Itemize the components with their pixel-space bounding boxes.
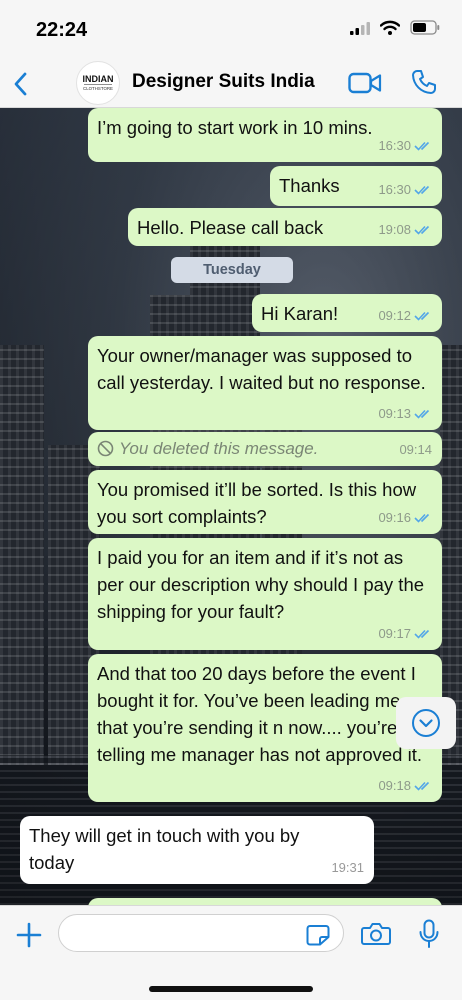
message-time: 16:30	[378, 182, 411, 197]
wallpaper-building	[0, 345, 44, 765]
svg-text:INDIAN: INDIAN	[83, 74, 114, 84]
brand-logo: INDIAN CLOTHSTORE	[83, 74, 114, 91]
chevron-left-icon	[14, 72, 27, 96]
status-time: 22:24	[36, 19, 88, 41]
message-text: Hello. Please call back	[137, 217, 324, 238]
double-check-icon	[414, 409, 430, 419]
message-text: I paid you for an item and if it’s not a…	[97, 547, 425, 622]
scroll-to-bottom-button[interactable]	[396, 697, 456, 749]
chat-area[interactable]: I’m going to start work in 10 mins. 16:3…	[0, 108, 462, 905]
message-meta: 09:16	[378, 504, 432, 531]
message-bubble[interactable]: Hello. Please call back 19:08	[128, 208, 442, 246]
message-text: Hi Karan!	[261, 303, 339, 324]
back-button[interactable]	[6, 66, 34, 102]
message-time: 16:30	[378, 138, 411, 153]
status-bar: 22:24	[0, 0, 462, 60]
message-bubble-partial	[88, 898, 442, 905]
double-check-icon	[414, 141, 430, 151]
message-text: Thanks	[279, 175, 340, 196]
double-check-icon	[414, 225, 430, 235]
message-meta: 09:13	[378, 400, 432, 427]
camera-icon	[361, 923, 391, 945]
message-input[interactable]	[58, 914, 344, 952]
plus-icon	[16, 922, 42, 948]
message-bubble[interactable]: I paid you for an item and if it’s not a…	[88, 538, 442, 650]
message-time: 09:16	[378, 510, 411, 525]
message-time: 19:31	[331, 860, 364, 875]
message-time: 09:17	[378, 626, 411, 641]
double-check-icon	[414, 311, 430, 321]
phone-icon	[412, 70, 436, 94]
message-bubble[interactable]: Hi Karan! 09:12	[252, 294, 442, 332]
message-text: And that too 20 days before the event I …	[97, 663, 427, 765]
message-meta: 19:31	[331, 854, 364, 881]
message-meta: 19:08	[378, 216, 432, 243]
microphone-icon	[419, 919, 439, 948]
camera-button[interactable]	[360, 920, 392, 948]
message-time: 09:13	[378, 406, 411, 421]
message-meta: 16:30	[378, 132, 432, 159]
message-meta: 09:14	[399, 436, 432, 463]
message-time: 09:14	[399, 442, 432, 457]
contact-avatar[interactable]: INDIAN CLOTHSTORE	[76, 61, 120, 105]
message-text: You promised it’ll be sorted. Is this ho…	[97, 479, 417, 527]
chat-header: INDIAN CLOTHSTORE Designer Suits India	[0, 60, 462, 108]
date-separator: Tuesday	[171, 257, 293, 283]
wifi-icon	[380, 20, 400, 35]
message-meta: 16:30	[378, 176, 432, 203]
double-check-icon	[414, 781, 430, 791]
message-meta: 09:18	[378, 772, 432, 799]
double-check-icon	[414, 629, 430, 639]
message-bubble[interactable]: I’m going to start work in 10 mins. 16:3…	[88, 108, 442, 162]
signal-icon	[350, 21, 370, 35]
video-call-button[interactable]	[346, 68, 384, 98]
message-meta: 09:17	[378, 620, 432, 647]
svg-text:CLOTHSTORE: CLOTHSTORE	[83, 86, 113, 91]
voice-message-button[interactable]	[416, 918, 442, 950]
message-meta: 09:12	[378, 302, 432, 329]
voice-call-button[interactable]	[408, 66, 440, 98]
message-bubble[interactable]: Your owner/manager was supposed to call …	[88, 336, 442, 430]
message-time: 19:08	[378, 222, 411, 237]
battery-icon	[410, 20, 440, 35]
message-bubble[interactable]: They will get in touch with you by today…	[20, 816, 374, 884]
status-icons	[350, 20, 440, 35]
message-bubble[interactable]: And that too 20 days before the event I …	[88, 654, 442, 802]
deleted-message-bubble[interactable]: You deleted this message. 09:14	[88, 432, 442, 466]
message-bubble[interactable]: Thanks 16:30	[270, 166, 442, 206]
message-text: I’m going to start work in 10 mins.	[97, 117, 373, 138]
message-text: They will get in touch with you by today	[29, 825, 300, 873]
message-bubble[interactable]: You promised it’ll be sorted. Is this ho…	[88, 470, 442, 534]
prohibited-icon	[97, 440, 114, 457]
video-camera-icon	[348, 72, 382, 94]
deleted-message: You deleted this message.	[97, 435, 433, 462]
chat-title[interactable]: Designer Suits India	[132, 71, 315, 93]
attach-button[interactable]	[14, 920, 44, 950]
double-check-icon	[414, 185, 430, 195]
double-check-icon	[414, 513, 430, 523]
message-time: 09:12	[378, 308, 411, 323]
message-time: 09:18	[378, 778, 411, 793]
chevron-down-icon	[412, 709, 440, 737]
sticker-icon[interactable]	[306, 924, 330, 946]
deleted-message-text: You deleted this message.	[119, 439, 319, 458]
home-indicator[interactable]	[149, 986, 313, 992]
message-text: Your owner/manager was supposed to call …	[97, 345, 426, 393]
